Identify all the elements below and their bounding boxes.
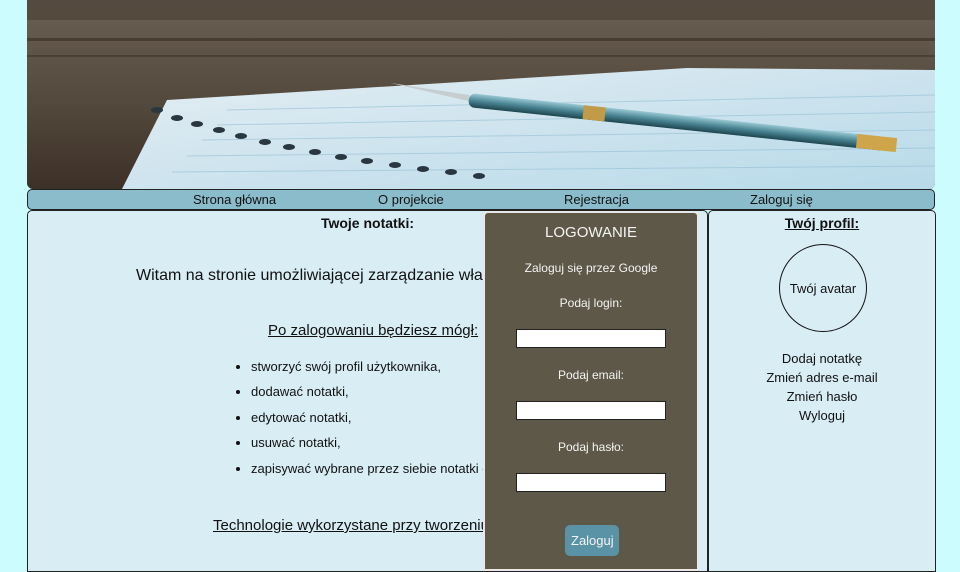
technologies-heading: Technologie wykorzystane przy tworzeniu … (213, 517, 501, 534)
welcome-text: Witam na stronie umożliwiającej zarządza… (136, 267, 483, 284)
avatar[interactable]: Twój avatar (779, 244, 867, 332)
google-login-link[interactable]: Zaloguj się przez Google (485, 261, 697, 275)
login-submit-button[interactable]: Zaloguj (565, 525, 619, 556)
feature-item: dodawać notatki, (251, 384, 489, 409)
login-label: Podaj login: (559, 296, 623, 310)
email-field[interactable] (516, 401, 666, 420)
header-banner-image (27, 0, 935, 189)
login-field[interactable] (516, 329, 666, 348)
change-password-link[interactable]: Zmień hasło (709, 387, 935, 406)
main-nav: Strona główna O projekcie Rejestracja Za… (27, 189, 935, 210)
profile-title: Twój profil: (784, 215, 860, 231)
profile-menu: Dodaj notatkę Zmień adres e-mail Zmień h… (709, 349, 935, 425)
feature-item: zapisywać wybrane przez siebie notatki d (251, 461, 489, 486)
change-email-link[interactable]: Zmień adres e-mail (709, 368, 935, 387)
avatar-label: Twój avatar (789, 280, 857, 296)
email-label: Podaj email: (557, 368, 625, 382)
nav-login-link[interactable]: Zaloguj się (750, 192, 813, 207)
after-login-heading: Po zalogowaniu będziesz mógł: (268, 322, 479, 339)
nav-about-link[interactable]: O projekcie (378, 192, 444, 207)
nav-register-link[interactable]: Rejestracja (564, 192, 629, 207)
feature-item: stworzyć swój profil użytkownika, (251, 359, 489, 384)
password-label: Podaj hasło: (557, 440, 625, 454)
feature-item: edytować notatki, (251, 410, 489, 435)
login-dialog: LOGOWANIE Zaloguj się przez Google Podaj… (483, 211, 699, 571)
logout-link[interactable]: Wyloguj (709, 406, 935, 425)
features-list: stworzyć swój profil użytkownika, dodawa… (233, 359, 489, 486)
login-title: LOGOWANIE (545, 224, 637, 241)
feature-item: usuwać notatki, (251, 435, 489, 460)
profile-panel: Twój profil: Twój avatar Dodaj notatkę Z… (708, 210, 936, 572)
password-field[interactable] (516, 473, 666, 492)
nav-home-link[interactable]: Strona główna (193, 192, 276, 207)
add-note-link[interactable]: Dodaj notatkę (709, 349, 935, 368)
